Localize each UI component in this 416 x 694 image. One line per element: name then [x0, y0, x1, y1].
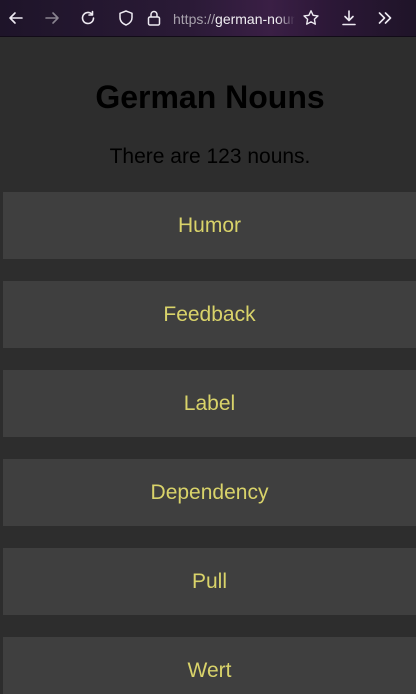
reload-icon[interactable]	[77, 7, 99, 29]
noun-item[interactable]: Humor	[3, 192, 416, 259]
noun-label: Wert	[187, 658, 232, 682]
noun-label: Feedback	[163, 302, 256, 326]
noun-item[interactable]: Pull	[3, 548, 416, 615]
noun-count-text: There are 123 nouns.	[109, 145, 311, 168]
forward-arrow-icon[interactable]	[41, 7, 63, 29]
overflow-chevrons-icon[interactable]	[374, 7, 396, 29]
noun-label: Humor	[177, 213, 241, 237]
noun-list: Humor Feedback Label Dependency Pull Wer…	[3, 192, 416, 694]
download-icon[interactable]	[338, 7, 360, 29]
browser-toolbar: https://german-nouns	[0, 0, 416, 37]
lock-icon[interactable]	[143, 7, 165, 29]
star-icon[interactable]	[300, 7, 322, 29]
noun-item[interactable]: Dependency	[3, 459, 416, 526]
url-scheme: https://	[173, 11, 216, 27]
noun-label: Label	[183, 391, 236, 415]
noun-item[interactable]: Wert	[3, 637, 416, 694]
url-host: german-nouns	[215, 11, 295, 27]
url-field[interactable]: https://german-nouns	[173, 9, 295, 29]
shield-icon[interactable]	[115, 7, 137, 29]
page-title: German Nouns	[95, 79, 325, 115]
back-arrow-icon[interactable]	[5, 7, 27, 29]
noun-item[interactable]: Feedback	[3, 281, 416, 348]
page-content: German Nouns There are 123 nouns. Humor …	[0, 38, 416, 694]
noun-label: Dependency	[150, 480, 269, 504]
noun-label: Pull	[191, 569, 228, 593]
noun-item[interactable]: Label	[3, 370, 416, 437]
